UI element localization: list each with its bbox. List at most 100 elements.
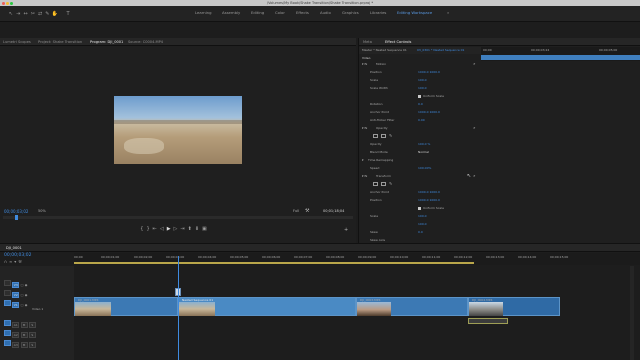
effect-row[interactable]: Blend Mode Normal xyxy=(362,150,480,158)
workspace-editing[interactable]: Editing xyxy=(251,10,264,15)
minimize-window-icon[interactable] xyxy=(6,1,9,5)
mute-button[interactable]: M xyxy=(20,332,28,338)
work-area-bar[interactable] xyxy=(74,262,474,264)
rectangle-mask-icon[interactable] xyxy=(381,182,386,186)
workspace-libraries[interactable]: Libraries xyxy=(370,10,386,15)
lift-icon[interactable]: ⬆ xyxy=(188,226,195,232)
effect-row[interactable]: Scale 100.0 xyxy=(362,78,480,86)
close-window-icon[interactable] xyxy=(2,1,5,5)
track-target-toggle[interactable] xyxy=(4,280,11,286)
effect-row[interactable]: Skew 0.0 xyxy=(362,230,480,238)
workspace-editing-workspace[interactable]: Editing Workspace xyxy=(397,10,432,15)
reset-icon[interactable]: ↺ xyxy=(473,174,476,178)
adjustment-clip[interactable] xyxy=(468,318,508,324)
eye-icon[interactable]: ◉ xyxy=(25,283,28,287)
uniform-scale-checkbox[interactable] xyxy=(418,207,421,210)
window-controls[interactable] xyxy=(2,1,14,6)
go-to-out-icon[interactable]: ⇥ xyxy=(180,226,187,232)
hand-tool-icon[interactable]: ✋ xyxy=(52,11,58,17)
timeline-ruler[interactable]: 00;00 00;00;01;00 00;00;02;00 00;00;03;0… xyxy=(74,253,640,265)
timeline-clip[interactable]: Nested Sequence 01 xyxy=(178,297,356,316)
solo-button[interactable]: S xyxy=(28,342,36,348)
track-name[interactable]: A2 xyxy=(12,332,20,338)
tab-source[interactable]: Source: C0004.MP4 xyxy=(128,38,163,46)
track-target-toggle[interactable] xyxy=(4,300,11,306)
tab-lumetri-scopes[interactable]: Lumetri Scopes xyxy=(3,38,31,46)
master-source-label[interactable]: Master * Nested Sequence 01 xyxy=(362,48,407,52)
tab-effect-controls[interactable]: Effect Controls xyxy=(385,38,411,46)
timeline-playhead[interactable] xyxy=(178,256,179,360)
track-select-tool-icon[interactable]: ⇥ xyxy=(15,11,21,17)
pen-mask-icon[interactable]: ✎ xyxy=(389,181,392,186)
effect-row[interactable]: Opacity 100.0 % xyxy=(362,142,480,150)
mute-button[interactable]: M xyxy=(20,342,28,348)
track-name[interactable]: V1 xyxy=(12,302,20,308)
effect-row[interactable]: Anti-flicker Filter 0.00 xyxy=(362,118,480,126)
program-scrubber[interactable] xyxy=(3,215,353,220)
step-back-icon[interactable]: ◁ xyxy=(160,226,167,232)
ellipse-mask-icon[interactable] xyxy=(373,134,378,138)
effect-row[interactable]: Uniform Scale xyxy=(362,94,480,102)
effect-row[interactable]: Anchor Point 1000.0 1000.0 xyxy=(362,190,480,198)
track-name[interactable]: A1 xyxy=(12,322,20,328)
mute-button[interactable]: M xyxy=(20,322,28,328)
tab-project[interactable]: Project: Shake Transition xyxy=(38,38,82,46)
solo-button[interactable]: S xyxy=(28,322,36,328)
tab-program[interactable]: Program: DJI_0001 xyxy=(90,38,123,46)
reset-icon[interactable]: ↺ xyxy=(473,62,476,66)
timeline-vertical-scrollbar[interactable] xyxy=(630,266,634,360)
add-button-icon[interactable]: + xyxy=(344,227,348,233)
track-name[interactable]: V2 xyxy=(12,292,20,298)
uniform-scale-checkbox[interactable] xyxy=(418,95,421,98)
effect-row[interactable]: Anchor Point 1000.0 1000.0 xyxy=(362,110,480,118)
tab-sequence[interactable]: DJI_0001 xyxy=(6,244,22,252)
selection-tool-icon[interactable]: ↖ xyxy=(8,11,14,17)
type-tool-icon[interactable]: T xyxy=(65,11,71,17)
workspace-effects[interactable]: Effects xyxy=(296,10,309,15)
pen-tool-icon[interactable]: ✎ xyxy=(44,11,50,17)
slip-tool-icon[interactable]: ⇄ xyxy=(37,11,43,17)
track-target-toggle[interactable] xyxy=(4,320,11,326)
ellipse-mask-icon[interactable] xyxy=(373,182,378,186)
timeline-clip[interactable]: DJI_0003.MP4 xyxy=(356,297,468,316)
pen-mask-icon[interactable]: ✎ xyxy=(389,133,392,138)
razor-tool-icon[interactable]: ✂ xyxy=(30,11,36,17)
program-timecode[interactable]: 00;00;03;02 xyxy=(4,209,28,214)
effect-row[interactable]: Scale Width 100.0 xyxy=(362,86,480,94)
timeline-clip[interactable]: DJI_0001.MP4 xyxy=(74,297,178,316)
workspace-color[interactable]: Color xyxy=(275,10,285,15)
zoom-select[interactable]: 50% xyxy=(38,209,46,213)
extract-icon[interactable]: ⬇ xyxy=(195,226,202,232)
effect-row[interactable]: Scale 100.0 xyxy=(362,214,480,222)
wrench-icon[interactable]: ⚒ xyxy=(18,259,24,264)
workspace-assembly[interactable]: Assembly xyxy=(222,10,240,15)
workspace-graphics[interactable]: Graphics xyxy=(342,10,359,15)
eye-icon[interactable]: ◉ xyxy=(25,293,28,297)
effect-row[interactable]: ▾ Time Remapping xyxy=(362,158,480,166)
ripple-edit-tool-icon[interactable]: ↔ xyxy=(23,11,29,17)
sync-lock-icon[interactable]: □ xyxy=(21,283,24,287)
effect-row[interactable]: ▾ fx Motion xyxy=(362,62,480,70)
timeline-timecode[interactable]: 00;00;03;02 xyxy=(4,253,31,258)
workspace-audio[interactable]: Audio xyxy=(320,10,331,15)
workspace-learning[interactable]: Learning xyxy=(195,10,211,15)
effect-row[interactable]: Position 1000.0 1000.0 xyxy=(362,70,480,78)
effect-row[interactable]: Speed 100.00% xyxy=(362,166,480,174)
sync-lock-icon[interactable]: □ xyxy=(21,293,24,297)
track-name[interactable]: A3 xyxy=(12,342,20,348)
ec-clip-bar[interactable] xyxy=(481,55,640,60)
go-to-in-icon[interactable]: ⇤ xyxy=(153,226,160,232)
quality-select[interactable]: Full xyxy=(293,209,299,213)
track-name[interactable]: V3 xyxy=(12,282,20,288)
timeline-clip[interactable]: DJI_0004.MP4 xyxy=(468,297,560,316)
play-icon[interactable]: ▶ xyxy=(167,226,174,232)
export-frame-icon[interactable]: ▣ xyxy=(202,226,210,232)
solo-button[interactable]: S xyxy=(28,332,36,338)
clip-label[interactable]: 03_0301 * Nested Sequence 01 xyxy=(417,48,464,52)
track-target-toggle[interactable] xyxy=(4,330,11,336)
sync-lock-icon[interactable]: □ xyxy=(21,303,24,307)
effect-row[interactable]: Rotation 0.0 xyxy=(362,102,480,110)
track-target-toggle[interactable] xyxy=(4,340,11,346)
settings-wrench-icon[interactable]: ⚒ xyxy=(305,208,309,214)
effect-row[interactable]: Position 1000.0 1000.0 xyxy=(362,198,480,206)
